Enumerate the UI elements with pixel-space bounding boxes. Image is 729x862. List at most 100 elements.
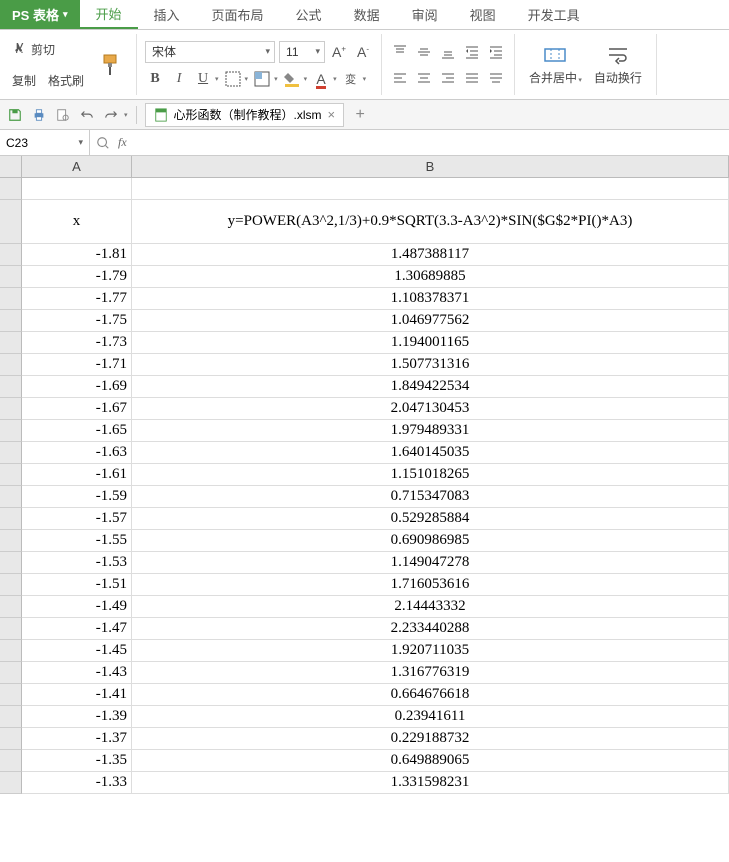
row-header[interactable]: [0, 310, 22, 332]
row-header[interactable]: [0, 662, 22, 684]
cell[interactable]: [22, 178, 132, 200]
row-header[interactable]: [0, 200, 22, 244]
row-header[interactable]: [0, 464, 22, 486]
cell[interactable]: -1.59: [22, 486, 132, 508]
row-header[interactable]: [0, 486, 22, 508]
cell[interactable]: 1.316776319: [132, 662, 729, 684]
document-tab[interactable]: 心形函数（制作教程）.xlsm ×: [145, 103, 345, 127]
row-header[interactable]: [0, 332, 22, 354]
cell[interactable]: 0.715347083: [132, 486, 729, 508]
align-middle-button[interactable]: [414, 42, 434, 62]
row-header[interactable]: [0, 244, 22, 266]
cell[interactable]: -1.53: [22, 552, 132, 574]
underline-button[interactable]: U: [193, 69, 213, 89]
row-header[interactable]: [0, 618, 22, 640]
align-center-button[interactable]: [414, 68, 434, 88]
row-header[interactable]: [0, 266, 22, 288]
column-header-a[interactable]: A: [22, 156, 132, 178]
cell[interactable]: 0.690986985: [132, 530, 729, 552]
print-button[interactable]: [30, 106, 48, 124]
cell[interactable]: -1.73: [22, 332, 132, 354]
align-right-button[interactable]: [438, 68, 458, 88]
copy-button[interactable]: 复制: [8, 70, 40, 91]
row-header[interactable]: [0, 508, 22, 530]
fx-label[interactable]: fx: [118, 135, 127, 150]
cell[interactable]: -1.55: [22, 530, 132, 552]
italic-button[interactable]: I: [169, 69, 189, 89]
tab-view[interactable]: 视图: [454, 0, 512, 29]
tab-formula[interactable]: 公式: [280, 0, 338, 29]
row-header[interactable]: [0, 684, 22, 706]
row-header[interactable]: [0, 640, 22, 662]
cell[interactable]: 1.151018265: [132, 464, 729, 486]
cell[interactable]: -1.75: [22, 310, 132, 332]
cell[interactable]: 2.233440288: [132, 618, 729, 640]
chevron-down-icon[interactable]: ▾: [124, 111, 128, 119]
paste-button[interactable]: [92, 53, 128, 77]
cell[interactable]: -1.81: [22, 244, 132, 266]
cell[interactable]: -1.47: [22, 618, 132, 640]
align-justify-button[interactable]: [462, 68, 482, 88]
cell[interactable]: -1.77: [22, 288, 132, 310]
cell[interactable]: 0.23941611: [132, 706, 729, 728]
cell[interactable]: 1.849422534: [132, 376, 729, 398]
save-button[interactable]: [6, 106, 24, 124]
align-top-button[interactable]: [390, 42, 410, 62]
cell[interactable]: -1.49: [22, 596, 132, 618]
cell[interactable]: 1.979489331: [132, 420, 729, 442]
cell[interactable]: 2.14443332: [132, 596, 729, 618]
cell[interactable]: -1.57: [22, 508, 132, 530]
border-button[interactable]: [223, 69, 243, 89]
cell[interactable]: y=POWER(A3^2,1/3)+0.9*SQRT(3.3-A3^2)*SIN…: [132, 200, 729, 244]
row-header[interactable]: [0, 552, 22, 574]
align-bottom-button[interactable]: [438, 42, 458, 62]
cell[interactable]: 1.046977562: [132, 310, 729, 332]
row-header[interactable]: [0, 354, 22, 376]
row-header[interactable]: [0, 376, 22, 398]
phonetic-button[interactable]: 変: [341, 69, 361, 89]
cell[interactable]: 1.640145035: [132, 442, 729, 464]
cell[interactable]: 2.047130453: [132, 398, 729, 420]
font-size-select[interactable]: 11: [279, 41, 325, 63]
cell[interactable]: -1.67: [22, 398, 132, 420]
tab-review[interactable]: 审阅: [396, 0, 454, 29]
cell[interactable]: 0.529285884: [132, 508, 729, 530]
undo-button[interactable]: [78, 106, 96, 124]
cell[interactable]: 1.507731316: [132, 354, 729, 376]
indent-increase-button[interactable]: [486, 42, 506, 62]
cell[interactable]: -1.35: [22, 750, 132, 772]
cell[interactable]: -1.65: [22, 420, 132, 442]
font-name-select[interactable]: 宋体: [145, 41, 275, 63]
cell[interactable]: -1.41: [22, 684, 132, 706]
bold-button[interactable]: B: [145, 69, 165, 89]
select-all-corner[interactable]: [0, 156, 22, 178]
cell-style-button[interactable]: [252, 69, 272, 89]
align-distributed-button[interactable]: [486, 68, 506, 88]
indent-decrease-button[interactable]: [462, 42, 482, 62]
cell[interactable]: 1.920711035: [132, 640, 729, 662]
cell[interactable]: 1.331598231: [132, 772, 729, 794]
wrap-text-button[interactable]: 自动换行: [588, 43, 648, 86]
cell[interactable]: 0.649889065: [132, 750, 729, 772]
cell[interactable]: 0.664676618: [132, 684, 729, 706]
font-color-button[interactable]: A: [311, 69, 331, 89]
row-header[interactable]: [0, 706, 22, 728]
cell[interactable]: -1.63: [22, 442, 132, 464]
cut-button[interactable]: 剪切: [8, 39, 88, 60]
cell[interactable]: 1.194001165: [132, 332, 729, 354]
row-header[interactable]: [0, 596, 22, 618]
cell[interactable]: 1.149047278: [132, 552, 729, 574]
cell[interactable]: -1.37: [22, 728, 132, 750]
row-header[interactable]: [0, 574, 22, 596]
name-box[interactable]: C23 ▾: [0, 130, 90, 155]
row-header[interactable]: [0, 728, 22, 750]
cell[interactable]: -1.71: [22, 354, 132, 376]
tab-start[interactable]: 开始: [80, 0, 138, 29]
align-left-button[interactable]: [390, 68, 410, 88]
row-header[interactable]: [0, 420, 22, 442]
fill-color-button[interactable]: [282, 69, 302, 89]
cell[interactable]: 0.229188732: [132, 728, 729, 750]
tab-insert[interactable]: 插入: [138, 0, 196, 29]
cell[interactable]: -1.51: [22, 574, 132, 596]
cell[interactable]: 1.108378371: [132, 288, 729, 310]
